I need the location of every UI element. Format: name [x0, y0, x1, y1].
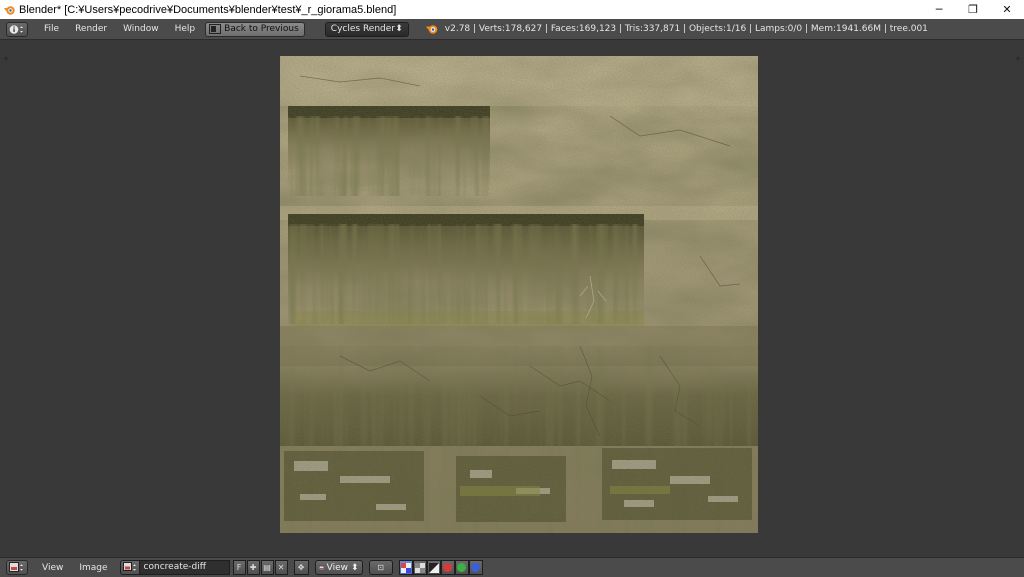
red-dot-icon	[443, 563, 453, 572]
maximize-button[interactable]: ❐	[956, 0, 990, 19]
image-editor-menu: View Image	[34, 558, 116, 577]
info-menu: File Render Window Help	[36, 19, 203, 40]
checker-icon	[414, 562, 425, 573]
open-image-button[interactable]: ▤	[260, 560, 274, 575]
green-dot-icon	[457, 563, 467, 572]
image-name-field[interactable]: concreate-diff	[139, 560, 230, 575]
menu-image[interactable]: Image	[71, 558, 115, 577]
blender-logo-icon	[425, 22, 439, 36]
red-channel-button[interactable]	[440, 560, 455, 575]
minimize-button[interactable]: ─	[922, 0, 956, 19]
info-header: File Render Window Help Back to Previous…	[0, 19, 1024, 40]
image-editor[interactable]: + +	[0, 41, 1024, 557]
back-to-previous-button[interactable]: Back to Previous	[205, 21, 305, 37]
concrete-texture-image[interactable]	[280, 56, 758, 533]
menu-file[interactable]: File	[36, 19, 67, 40]
image-editor-header: View Image concreate-diff F ✚ ▤ ✕ ✥ View…	[0, 557, 1024, 577]
editor-mode-select[interactable]: View ⬍	[314, 560, 363, 575]
render-engine-select[interactable]: Cycles Render ⬍	[324, 21, 409, 37]
plus-icon: ✚	[249, 563, 257, 572]
editor-mode-label: View	[326, 562, 348, 573]
browse-image-button[interactable]	[119, 560, 140, 575]
blender-app-icon	[2, 4, 16, 16]
updown-arrows-icon: ⬍	[351, 562, 359, 573]
pin-icon: ✥	[297, 563, 305, 572]
folder-icon: ▤	[263, 563, 271, 572]
display-channels	[398, 560, 483, 575]
new-image-button[interactable]: ✚	[246, 560, 260, 575]
image-editor-type-button[interactable]	[6, 560, 28, 575]
pivot-icon: ⊡	[377, 563, 384, 572]
render-engine-label: Cycles Render	[330, 24, 395, 34]
color-and-alpha-button[interactable]	[398, 560, 413, 575]
menu-window[interactable]: Window	[115, 19, 167, 40]
updown-arrows-icon: ⬍	[395, 24, 403, 34]
info-icon	[9, 24, 23, 34]
screen-back-icon	[209, 24, 222, 34]
alpha-button[interactable]	[426, 560, 441, 575]
scene-statistics: v2.78 | Verts:178,627 | Faces:169,123 | …	[444, 24, 928, 34]
image-editor-icon	[9, 562, 23, 572]
window-title: Blender* [C:¥Users¥pecodrive¥Documents¥b…	[19, 3, 397, 16]
concrete-texture-graphic	[280, 56, 758, 533]
menu-render[interactable]: Render	[67, 19, 115, 40]
checker-alpha-icon	[400, 562, 411, 573]
close-button[interactable]: ✕	[990, 0, 1024, 19]
area-split-corner-left[interactable]: +	[2, 55, 10, 63]
green-channel-button[interactable]	[454, 560, 469, 575]
blue-dot-icon	[471, 563, 481, 572]
unlink-image-button[interactable]: ✕	[274, 560, 288, 575]
x-icon: ✕	[277, 563, 285, 572]
image-browse-icon	[122, 562, 136, 571]
view-mode-icon	[318, 565, 324, 570]
color-button[interactable]	[412, 560, 427, 575]
pin-image-button[interactable]: ✥	[293, 560, 309, 575]
window-titlebar: Blender* [C:¥Users¥pecodrive¥Documents¥b…	[0, 0, 1024, 19]
menu-help[interactable]: Help	[167, 19, 204, 40]
menu-view[interactable]: View	[34, 558, 71, 577]
area-split-corner-right[interactable]: +	[1014, 55, 1022, 63]
back-to-previous-label: Back to Previous	[224, 24, 299, 34]
window-controls: ─ ❐ ✕	[922, 0, 1024, 19]
fake-user-button[interactable]: F	[232, 560, 246, 575]
alpha-icon	[428, 562, 439, 573]
info-editor-type-button[interactable]	[6, 21, 28, 37]
blue-channel-button[interactable]	[468, 560, 483, 575]
pivot-point-select[interactable]: ⊡	[368, 560, 393, 575]
